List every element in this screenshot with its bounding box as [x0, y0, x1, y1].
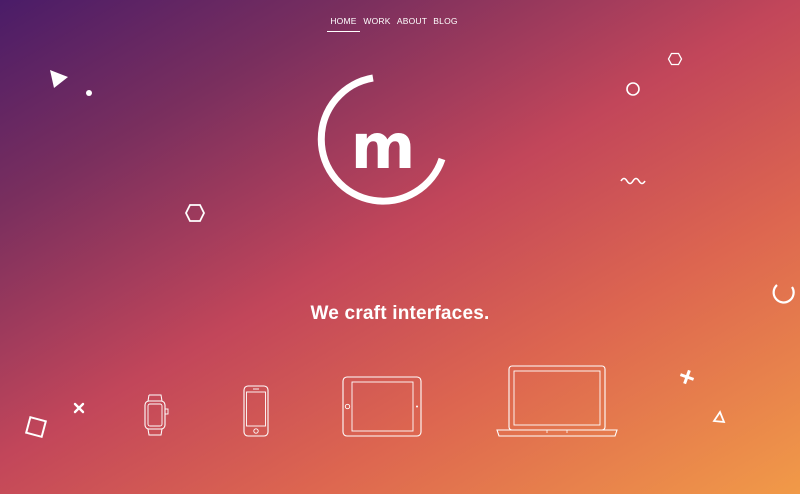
- nav-active-indicator: [327, 31, 360, 32]
- logo-letter: m: [351, 110, 416, 183]
- laptop-icon: [496, 365, 618, 437]
- phone-icon: [243, 385, 269, 437]
- squiggle-icon: [620, 177, 646, 185]
- brand-logo[interactable]: m: [311, 72, 456, 212]
- nav-work-link[interactable]: WORK: [363, 16, 391, 26]
- hexagon-icon: [184, 204, 206, 222]
- cross-icon: [679, 369, 695, 385]
- triangle-icon: [50, 70, 68, 88]
- tablet-icon: [342, 376, 422, 437]
- arc-icon: [772, 284, 795, 304]
- hero-tagline: We craft interfaces.: [310, 302, 490, 324]
- nav-blog-link[interactable]: BLOG: [433, 16, 458, 26]
- nav-about-link[interactable]: ABOUT: [396, 16, 428, 26]
- square-outline-icon: [24, 415, 48, 439]
- circle-icon: [626, 82, 640, 96]
- hexagon-small-icon: [667, 52, 683, 66]
- nav-home-link[interactable]: HOME: [327, 16, 360, 26]
- main-nav: HOME WORK ABOUT BLOG: [0, 0, 800, 40]
- triangle-outline-icon: [712, 410, 726, 424]
- watch-icon: [144, 394, 169, 436]
- dot-icon: [86, 90, 92, 96]
- x-icon: [73, 402, 85, 414]
